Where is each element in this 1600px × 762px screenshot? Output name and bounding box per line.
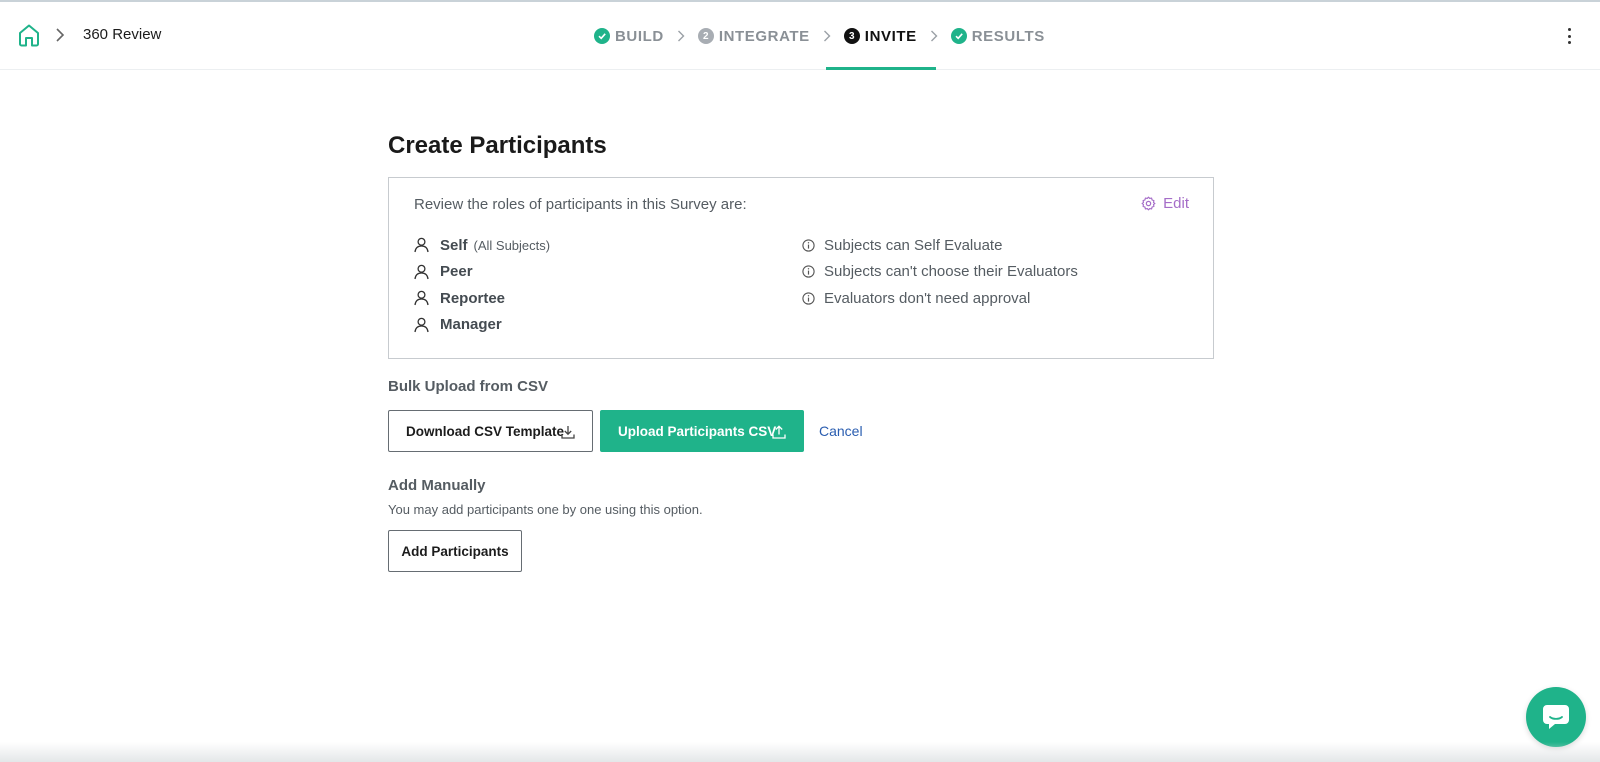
cancel-link[interactable]: Cancel	[819, 423, 863, 439]
breadcrumb-title: 360 Review	[83, 26, 162, 43]
button-label: Download CSV Template	[406, 423, 565, 439]
role-name: Peer	[440, 263, 473, 281]
step-results[interactable]: RESULTS	[949, 2, 1047, 70]
user-icon	[414, 264, 429, 279]
check-circle-icon	[950, 28, 967, 44]
rule-text: Subjects can't choose their Evaluators	[824, 263, 1078, 281]
rule-item: Subjects can't choose their Evaluators	[802, 259, 1078, 286]
rule-list: Subjects can Self Evaluate Subjects can'…	[802, 232, 1078, 312]
chevron-right-icon	[812, 30, 842, 42]
user-icon	[414, 291, 429, 306]
download-icon	[561, 426, 575, 439]
button-label: Upload Participants CSV	[618, 423, 777, 439]
step-label: INVITE	[864, 27, 917, 45]
role-name: Reportee	[440, 289, 506, 307]
gear-icon	[1141, 196, 1156, 211]
step-label: INTEGRATE	[718, 27, 810, 45]
step-number-badge: 2	[697, 28, 714, 44]
step-label: BUILD	[615, 27, 664, 45]
step-integrate[interactable]: 2 INTEGRATE	[696, 2, 812, 70]
add-manually-description: You may add participants one by one usin…	[388, 502, 703, 517]
bulk-upload-heading: Bulk Upload from CSV	[388, 378, 549, 395]
step-label: RESULTS	[971, 27, 1045, 45]
add-manually-heading: Add Manually	[388, 477, 486, 494]
rule-text: Evaluators don't need approval	[824, 289, 1031, 307]
chevron-right-icon	[666, 30, 696, 42]
chevron-right-icon	[919, 30, 949, 42]
roles-summary-box: Review the roles of participants in this…	[388, 177, 1214, 359]
edit-label: Edit	[1163, 195, 1189, 212]
upload-icon	[772, 425, 786, 439]
role-note: (All Subjects)	[473, 237, 551, 253]
rule-item: Evaluators don't need approval	[802, 285, 1078, 312]
more-options-icon[interactable]	[1564, 26, 1574, 46]
role-item-self: Self (All Subjects)	[414, 232, 550, 259]
role-name: Self	[440, 236, 468, 254]
home-icon[interactable]	[16, 22, 42, 48]
step-nav: BUILD 2 INTEGRATE 3 INVITE RESULTS	[592, 2, 1047, 70]
roles-intro-text: Review the roles of participants in this…	[414, 196, 747, 213]
info-icon	[802, 239, 815, 252]
user-icon	[414, 238, 429, 253]
chevron-right-icon	[55, 28, 65, 42]
step-build[interactable]: BUILD	[592, 2, 666, 70]
role-item-peer: Peer	[414, 259, 550, 286]
page-title: Create Participants	[388, 132, 607, 159]
rule-item: Subjects can Self Evaluate	[802, 232, 1078, 259]
info-icon	[802, 292, 815, 305]
upload-participants-csv-button[interactable]: Upload Participants CSV	[600, 410, 804, 452]
download-csv-template-button[interactable]: Download CSV Template	[388, 410, 593, 452]
role-name: Manager	[440, 316, 502, 334]
bottom-shadow	[0, 742, 1600, 762]
step-number-badge: 3	[843, 28, 860, 44]
info-icon	[802, 265, 815, 278]
top-header: 360 Review BUILD 2 INTEGRATE 3 INVITE RE…	[0, 2, 1600, 70]
chat-icon[interactable]	[1526, 687, 1586, 747]
rule-text: Subjects can Self Evaluate	[824, 236, 1003, 254]
edit-roles-button[interactable]: Edit	[1141, 195, 1189, 212]
add-participants-button[interactable]: Add Participants	[388, 530, 522, 572]
user-icon	[414, 317, 429, 332]
role-list: Self (All Subjects) Peer Reportee Manage…	[414, 232, 550, 338]
step-invite[interactable]: 3 INVITE	[825, 2, 936, 70]
role-item-manager: Manager	[414, 312, 550, 339]
check-circle-icon	[594, 28, 610, 44]
role-item-reportee: Reportee	[414, 285, 550, 312]
button-label: Add Participants	[401, 543, 509, 559]
